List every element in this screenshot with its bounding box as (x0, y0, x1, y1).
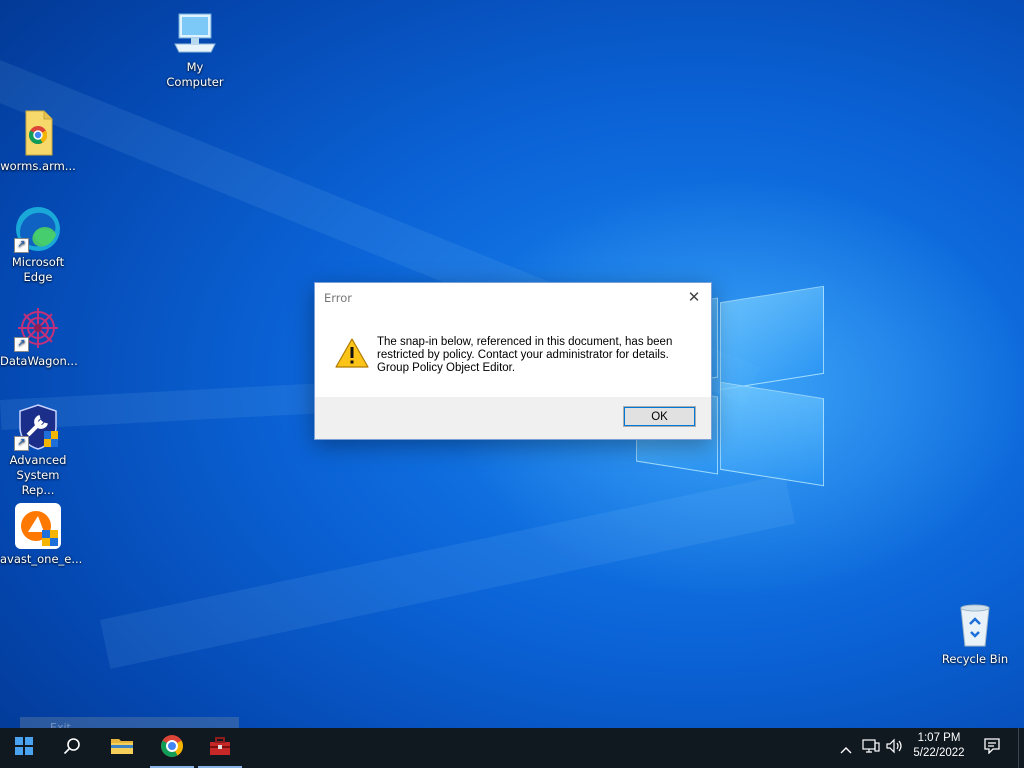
datawagon-icon: ↗ (14, 304, 62, 352)
show-hidden-icons-button[interactable] (836, 728, 856, 768)
clock-time: 1:07 PM (917, 732, 961, 744)
taskbar: 1:07 PM 5/22/2022 (0, 728, 1024, 768)
monitor-icon (171, 10, 219, 58)
desktop-icon-microsoft-edge[interactable]: ↗ Microsoft Edge (0, 205, 76, 285)
toolbox-icon (208, 735, 232, 761)
taskbar-file-explorer[interactable] (98, 728, 146, 768)
message-line: restricted by policy. Contact your admin… (377, 349, 669, 361)
desktop-icon-label: DataWagon... (0, 354, 78, 368)
shortcut-arrow-icon: ↗ (14, 238, 29, 253)
message-line: The snap-in below, referenced in this do… (377, 336, 673, 348)
dialog-message: The snap-in below, referenced in this do… (377, 336, 697, 375)
avast-icon (14, 502, 62, 550)
desktop-icon-label: Advanced System Rep... (9, 453, 67, 497)
desktop-icon-worms[interactable]: worms.arm... (0, 109, 76, 174)
volume-button[interactable] (884, 728, 906, 768)
action-center-button[interactable] (978, 728, 1006, 768)
dialog-footer: OK (315, 397, 711, 439)
taskbar-toolbox-app[interactable] (196, 728, 244, 768)
file-explorer-icon (110, 736, 134, 760)
search-button[interactable] (48, 728, 96, 768)
chevron-up-icon (840, 739, 852, 758)
desktop-icon-label: avast_one_e... (0, 552, 83, 566)
network-icon (862, 738, 880, 758)
clock-date: 5/22/2022 (913, 747, 965, 759)
desktop-icon-datawagon[interactable]: ↗ DataWagon... (0, 304, 78, 369)
network-button[interactable] (860, 728, 882, 768)
desktop-icon-avast-one[interactable]: avast_one_e... (0, 502, 83, 567)
warning-icon (335, 338, 369, 368)
taskbar-chrome[interactable] (148, 728, 196, 768)
desktop-icon-label: My Computer (166, 60, 224, 89)
recycle-bin-icon (951, 602, 999, 650)
desktop-icon-label: Microsoft Edge (11, 255, 65, 284)
ok-button[interactable]: OK (623, 406, 696, 427)
notification-icon (984, 738, 1000, 758)
start-button[interactable] (0, 728, 48, 768)
desktop-icon-advanced-system-repair[interactable]: ↗ Advanced System Rep... (0, 403, 76, 498)
search-icon (63, 737, 81, 759)
start-icon (15, 737, 33, 759)
chrome-icon (160, 734, 184, 762)
desktop-icon-recycle-bin[interactable]: Recycle Bin (937, 602, 1013, 667)
desktop-icon-label: worms.arm... (0, 159, 76, 173)
dialog-title: Error (324, 291, 353, 305)
error-dialog: Error ✕ The snap-in below, referenced in… (314, 282, 712, 440)
shortcut-arrow-icon: ↗ (14, 436, 29, 451)
chrome-document-icon (14, 109, 62, 157)
volume-icon (886, 738, 904, 758)
taskbar-clock[interactable]: 1:07 PM 5/22/2022 (906, 731, 972, 761)
desktop-icon-label: Recycle Bin (941, 652, 1009, 666)
shield-wrench-icon: ↗ (14, 403, 62, 451)
close-icon[interactable]: ✕ (677, 283, 711, 311)
message-line: Group Policy Object Editor. (377, 362, 516, 374)
show-desktop-button[interactable] (1018, 728, 1024, 768)
shortcut-arrow-icon: ↗ (14, 337, 29, 352)
desktop-icon-my-computer[interactable]: My Computer (157, 10, 233, 90)
edge-icon: ↗ (14, 205, 62, 253)
